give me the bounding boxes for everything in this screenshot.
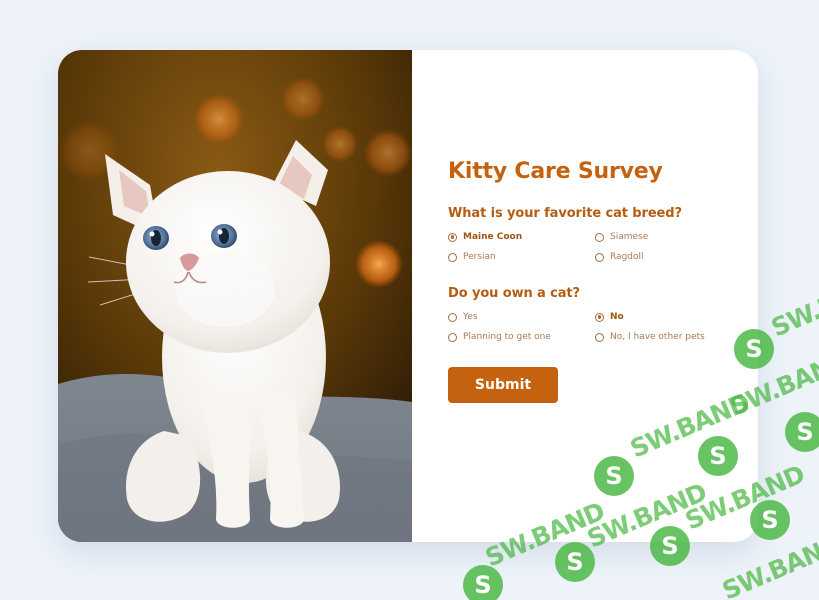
option-siamese[interactable]: Siamese xyxy=(595,231,738,243)
radio-button-selected-icon[interactable] xyxy=(448,232,457,242)
option-label: Ragdoll xyxy=(610,252,644,262)
survey-card: Kitty Care Survey What is your favorite … xyxy=(58,50,758,542)
question-own-cat: Do you own a cat? Yes No Planning to get… xyxy=(448,285,738,343)
option-label: No, I have other pets xyxy=(610,332,705,342)
radio-button-icon[interactable] xyxy=(595,232,604,242)
option-label: Planning to get one xyxy=(463,332,551,342)
option-persian[interactable]: Persian xyxy=(448,251,595,263)
radio-button-icon[interactable] xyxy=(448,252,457,262)
question-label: What is your favorite cat breed? xyxy=(448,206,682,221)
survey-title: Kitty Care Survey xyxy=(448,159,663,184)
kitten-photo xyxy=(58,50,412,542)
option-ragdoll[interactable]: Ragdoll xyxy=(595,251,738,263)
radio-button-icon[interactable] xyxy=(448,332,457,342)
radio-button-icon[interactable] xyxy=(595,332,604,342)
question-label: Do you own a cat? xyxy=(448,286,580,301)
option-label: Yes xyxy=(463,312,478,322)
watermark-logo: S xyxy=(785,412,819,452)
kitten-photo-art xyxy=(58,50,412,542)
option-label: Maine Coon xyxy=(463,232,523,242)
ownership-options: Yes No Planning to get one No, I have ot… xyxy=(448,311,738,343)
breed-options: Maine Coon Siamese Persian Ragdoll xyxy=(448,231,738,263)
question-breed: What is your favorite cat breed? Maine C… xyxy=(448,205,738,263)
radio-button-selected-icon[interactable] xyxy=(595,312,604,322)
watermark-text: SW.BAND xyxy=(767,266,819,342)
option-planning[interactable]: Planning to get one xyxy=(448,331,595,343)
watermark-logo-glyph: S xyxy=(566,548,583,576)
option-maine-coon[interactable]: Maine Coon xyxy=(448,231,595,243)
option-other-pets[interactable]: No, I have other pets xyxy=(595,331,738,343)
watermark-logo-glyph: S xyxy=(761,506,778,534)
watermark-logo-glyph: S xyxy=(474,571,491,599)
submit-button[interactable]: Submit xyxy=(448,367,558,403)
watermark-logo-glyph: S xyxy=(796,418,813,446)
radio-button-icon[interactable] xyxy=(595,252,604,262)
survey-form: Kitty Care Survey What is your favorite … xyxy=(448,158,738,403)
watermark-logo: S xyxy=(463,565,503,600)
radio-button-icon[interactable] xyxy=(448,312,457,322)
option-yes[interactable]: Yes xyxy=(448,311,595,323)
option-label: No xyxy=(610,312,624,322)
option-no[interactable]: No xyxy=(595,311,738,323)
watermark-logo: S xyxy=(555,542,595,582)
option-label: Siamese xyxy=(610,232,649,242)
option-label: Persian xyxy=(463,252,496,262)
